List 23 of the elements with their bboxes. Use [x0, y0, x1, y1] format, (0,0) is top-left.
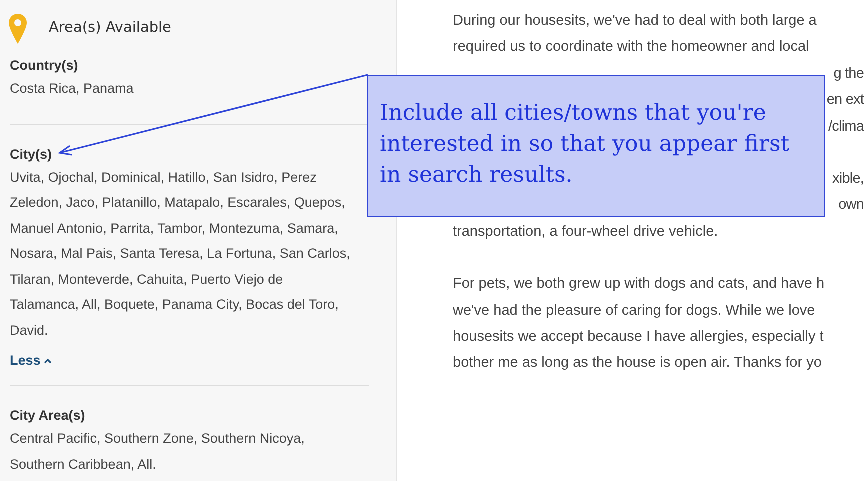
- map-pin-icon: [9, 14, 27, 44]
- body-text: we've had the pleasure of caring for dogs. While we love: [453, 302, 816, 319]
- body-text: required us to coordinate with the homeowner and local: [453, 39, 810, 56]
- field-heading: City Area(s): [10, 407, 86, 426]
- caret-icon: [44, 358, 52, 364]
- body-text: housesits we accept because I have allergies, especially t: [453, 328, 824, 345]
- field-value: Central Pacific, Southern Zone, Southern Nicoya, Southern Caribbean, All.: [10, 430, 306, 474]
- body-text: xible,: [832, 170, 864, 189]
- body-text: bother me as long as the house is open air. Thanks for yo: [453, 355, 822, 372]
- field-value: Costa Rica, Panama: [10, 80, 135, 98]
- field-heading: Country(s): [10, 57, 80, 75]
- callout-text: Include all cities/towns that you're interested in so that you appear first in search results.: [380, 100, 791, 190]
- body-text: During our housesits, we've had to deal with both large a: [453, 13, 817, 29]
- body-text: /clima: [828, 118, 864, 137]
- body-text: g the: [834, 64, 864, 84]
- less-link[interactable]: Less: [10, 351, 52, 372]
- body-text: own: [838, 196, 864, 216]
- body-text: transportation, a four-wheel drive vehicle.: [453, 224, 718, 240]
- body-text: For pets, we both grew up with dogs and cats, and have h: [453, 276, 825, 292]
- body-text: en ext: [826, 91, 864, 110]
- section-title: Area(s) Available: [49, 19, 172, 38]
- field-heading: City(s): [10, 146, 54, 164]
- field-value: Uvita, Ojochal, Dominical, Hatillo, San Isidro, Perez Zeledon, Jaco, Platanillo, Matapalo, Escarales, Quepos, Manuel Antonio, Parrita, Tambor, Montezuma, Samara, Nosara, Mal Pais, Santa Teresa, La Fortuna, San Carlos, Tilaran, Monteverde, Cahuita, Puerto Viejo de Talamanca, All, Boquete, Panama City, Bocas del Toro, David.: [10, 168, 352, 340]
